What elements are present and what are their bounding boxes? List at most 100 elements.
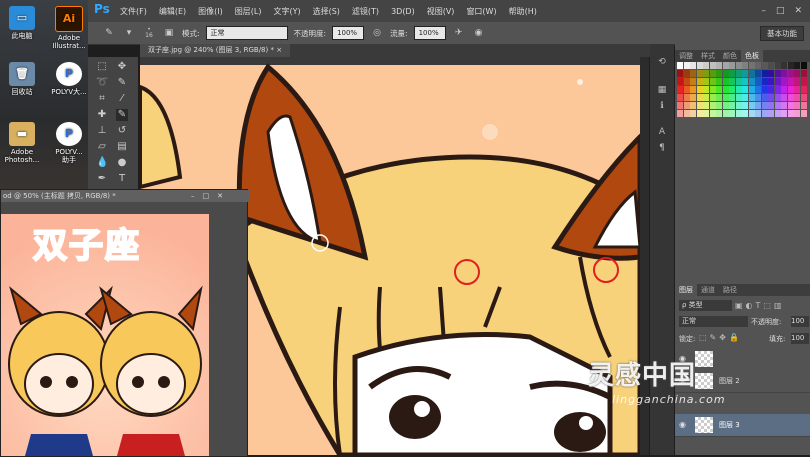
- desktop-icon-recycle-bin[interactable]: 🗑 回收站: [2, 62, 42, 96]
- clone-stamp-icon[interactable]: ⊥: [96, 125, 108, 137]
- swatch[interactable]: [709, 102, 716, 109]
- menu-image[interactable]: 图像(I): [192, 6, 229, 17]
- eraser-icon[interactable]: ▱: [96, 141, 108, 153]
- swatch[interactable]: [774, 78, 781, 85]
- swatch[interactable]: [787, 86, 794, 93]
- swatch[interactable]: [768, 110, 774, 117]
- swatch[interactable]: [690, 62, 696, 69]
- swatch[interactable]: [709, 94, 716, 101]
- desktop-icon-illustrator[interactable]: Ai Adobe Illustrat...: [50, 6, 88, 50]
- swatch[interactable]: [696, 78, 703, 85]
- swatch[interactable]: [794, 86, 800, 93]
- swatch[interactable]: [742, 102, 748, 109]
- swatch[interactable]: [716, 102, 722, 109]
- swatch[interactable]: [800, 102, 807, 109]
- swatch[interactable]: [781, 62, 787, 69]
- swatch[interactable]: [729, 102, 735, 109]
- swatch[interactable]: [800, 110, 807, 117]
- flow-field[interactable]: 100%: [413, 26, 446, 40]
- swatch[interactable]: [748, 110, 755, 117]
- swatch[interactable]: [696, 102, 703, 109]
- swatch[interactable]: [709, 78, 716, 85]
- swatch[interactable]: [722, 62, 729, 69]
- lasso-tool-icon[interactable]: ➰: [96, 77, 108, 89]
- swatch[interactable]: [755, 70, 761, 77]
- swatch[interactable]: [781, 86, 787, 93]
- swatch[interactable]: [761, 62, 768, 69]
- swatch[interactable]: [787, 62, 794, 69]
- tab-swatches[interactable]: 色板: [741, 50, 763, 62]
- swatch[interactable]: [781, 110, 787, 117]
- swatch[interactable]: [774, 62, 781, 69]
- mode-select[interactable]: 正常: [205, 26, 288, 40]
- swatch[interactable]: [761, 86, 768, 93]
- floating-document-canvas[interactable]: 双子座: [1, 214, 209, 456]
- chevron-down-icon[interactable]: ▾: [122, 26, 136, 40]
- swatch[interactable]: [787, 102, 794, 109]
- swatch[interactable]: [722, 78, 729, 85]
- pressure-size-icon[interactable]: ◉: [472, 26, 486, 40]
- swatches-grid[interactable]: [677, 62, 808, 122]
- swatch[interactable]: [683, 94, 690, 101]
- swatch[interactable]: [703, 94, 709, 101]
- swatch[interactable]: [709, 110, 716, 117]
- swatch[interactable]: [703, 86, 709, 93]
- swatch[interactable]: [748, 62, 755, 69]
- quick-select-icon[interactable]: ✎: [116, 77, 128, 89]
- swatch[interactable]: [703, 110, 709, 117]
- swatch[interactable]: [748, 78, 755, 85]
- eye-icon[interactable]: ◉: [679, 420, 686, 429]
- floating-document-titlebar[interactable]: od @ 50% (主标题 拷贝, RGB/8) * –□✕: [1, 190, 249, 202]
- swatch[interactable]: [735, 78, 742, 85]
- swatch[interactable]: [690, 78, 696, 85]
- swatch[interactable]: [677, 62, 683, 69]
- swatch[interactable]: [703, 62, 709, 69]
- swatch[interactable]: [703, 78, 709, 85]
- swatch[interactable]: [742, 94, 748, 101]
- menu-window[interactable]: 窗口(W): [460, 6, 502, 17]
- swatch[interactable]: [787, 110, 794, 117]
- menu-layer[interactable]: 图层(L): [229, 6, 268, 17]
- swatch[interactable]: [677, 102, 683, 109]
- swatch[interactable]: [683, 70, 690, 77]
- swatch[interactable]: [690, 102, 696, 109]
- swatch[interactable]: [696, 70, 703, 77]
- eyedropper-icon[interactable]: ⁄: [116, 93, 128, 105]
- swatch[interactable]: [716, 70, 722, 77]
- swatch[interactable]: [722, 94, 729, 101]
- swatch[interactable]: [709, 70, 716, 77]
- swatch[interactable]: [716, 110, 722, 117]
- swatch[interactable]: [761, 78, 768, 85]
- swatch[interactable]: [677, 110, 683, 117]
- pressure-opacity-icon[interactable]: ◎: [370, 26, 384, 40]
- menu-3d[interactable]: 3D(D): [385, 7, 421, 16]
- swatch[interactable]: [768, 102, 774, 109]
- swatch[interactable]: [729, 86, 735, 93]
- type-tool-icon[interactable]: T: [116, 173, 128, 185]
- swatch[interactable]: [774, 94, 781, 101]
- swatch[interactable]: [683, 110, 690, 117]
- tab-styles[interactable]: 样式: [697, 50, 719, 62]
- swatch[interactable]: [761, 110, 768, 117]
- swatch[interactable]: [683, 62, 690, 69]
- swatch[interactable]: [774, 102, 781, 109]
- swatch[interactable]: [683, 78, 690, 85]
- menu-help[interactable]: 帮助(H): [503, 6, 543, 17]
- swatch[interactable]: [794, 110, 800, 117]
- airbrush-icon[interactable]: ✈: [452, 26, 466, 40]
- swatch[interactable]: [787, 70, 794, 77]
- marquee-tool-icon[interactable]: ⬚: [96, 61, 108, 73]
- desktop-icon-photoshop-folder[interactable]: ▬ Adobe Photosh...: [2, 122, 42, 164]
- document-tab[interactable]: 双子座.jpg @ 240% (图层 3, RGB/8) * ×: [140, 44, 291, 57]
- swatch[interactable]: [748, 94, 755, 101]
- swatch[interactable]: [742, 62, 748, 69]
- swatch[interactable]: [787, 78, 794, 85]
- swatch[interactable]: [677, 86, 683, 93]
- swatch[interactable]: [755, 94, 761, 101]
- swatch[interactable]: [800, 78, 807, 85]
- info-icon[interactable]: ℹ: [655, 100, 669, 112]
- swatch[interactable]: [761, 102, 768, 109]
- swatch[interactable]: [794, 94, 800, 101]
- swatch[interactable]: [794, 70, 800, 77]
- swatch[interactable]: [729, 94, 735, 101]
